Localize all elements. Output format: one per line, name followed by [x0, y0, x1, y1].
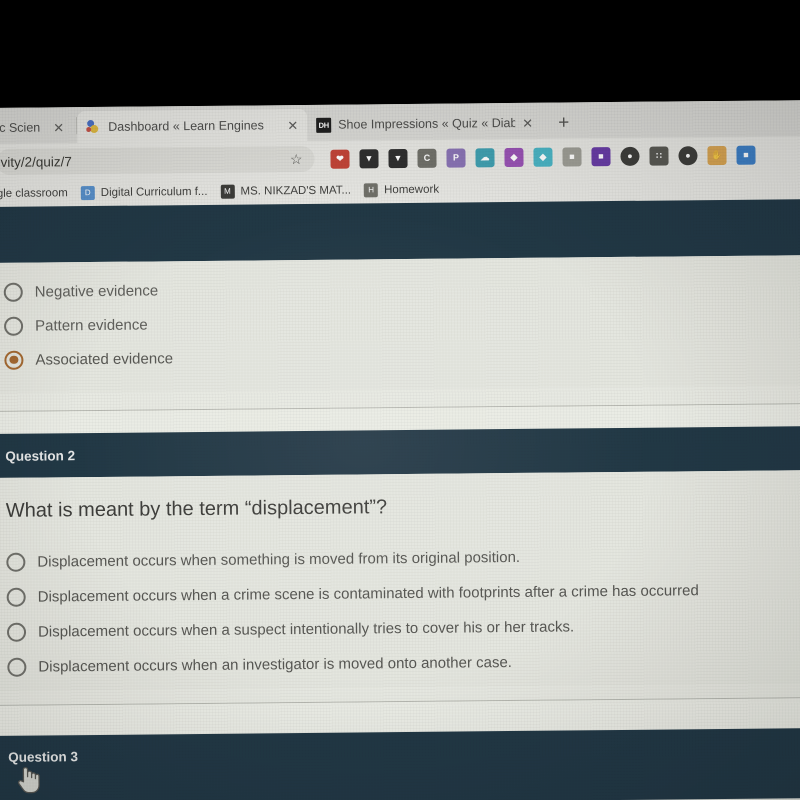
extension-cloud-icon[interactable]: ☁ — [475, 147, 495, 167]
extension-circle-dark-icon[interactable]: ● — [620, 146, 640, 166]
dh-favicon-icon: DH — [316, 117, 332, 133]
question-2-answers: Displacement occurs when something is mo… — [6, 537, 800, 685]
answer-label: Displacement occurs when a crime scene i… — [37, 582, 699, 606]
extension-pin-icon[interactable]: ● — [678, 145, 698, 165]
extension-purple-icon[interactable]: ■ — [591, 146, 611, 166]
doc-icon: H — [364, 182, 379, 197]
extension-diamond-icon[interactable]: ◆ — [533, 147, 553, 167]
tab-title: Dashboard « Learn Engines — [108, 118, 264, 134]
answer-option-selected[interactable]: Associated evidence — [4, 335, 800, 377]
radio-button[interactable] — [3, 282, 23, 302]
bookmark-item[interactable]: M MS. NIKZAD'S MAT... — [220, 183, 355, 199]
extension-red-icon[interactable]: ❤ — [330, 149, 350, 169]
extension-grid-icon[interactable]: ∷ — [649, 145, 669, 166]
browser-tab-0[interactable]: c Scien ✕ — [0, 111, 77, 144]
address-bar[interactable]: vity/2/quiz/7 ☆ — [0, 145, 315, 175]
site-nav-band — [0, 199, 800, 263]
radio-button-selected[interactable] — [4, 350, 24, 370]
bookmark-star-icon[interactable]: ☆ — [290, 151, 303, 168]
tab-close-icon[interactable]: ✕ — [522, 115, 533, 130]
bookmark-label: Homework — [384, 183, 440, 196]
answer-label: Negative evidence — [34, 281, 159, 301]
browser-tab-1[interactable]: Dashboard « Learn Engines ✕ — [77, 108, 308, 144]
bookmark-item[interactable]: gle classroom — [0, 187, 72, 200]
w-icon: M — [220, 184, 235, 199]
question-2-header: Question 2 — [0, 426, 800, 478]
answer-label: Displacement occurs when an investigator… — [38, 654, 513, 676]
quiz-page: Negative evidence Pattern evidence Assoc… — [0, 199, 800, 800]
answer-label: Displacement occurs when something is mo… — [37, 548, 521, 571]
question-2-body: What is meant by the term “displacement”… — [0, 470, 800, 691]
answer-label: Displacement occurs when a suspect inten… — [37, 618, 575, 641]
radio-button[interactable] — [6, 552, 26, 572]
bookmark-label: MS. NIKZAD'S MAT... — [240, 184, 352, 198]
question-1-answers: Negative evidence Pattern evidence Assoc… — [0, 255, 800, 393]
extension-thumb-icon[interactable]: ✋ — [707, 145, 727, 165]
question-3-label: Question 3 — [8, 749, 79, 765]
laptop-screen: c Scien ✕ Dashboard « Learn Engines ✕ DH… — [0, 100, 800, 800]
question-3-header: Question 3 — [0, 728, 800, 800]
bookmark-item[interactable]: D Digital Curriculum f... — [80, 184, 212, 200]
tab-title: Shoe Impressions « Quiz « Diab — [338, 115, 516, 132]
tab-close-icon[interactable]: ✕ — [53, 120, 64, 135]
question-2-label: Question 2 — [5, 447, 76, 464]
photograph-of-screen: c Scien ✕ Dashboard « Learn Engines ✕ DH… — [0, 0, 800, 800]
url-text: vity/2/quiz/7 — [0, 153, 72, 170]
new-tab-button[interactable]: + — [542, 108, 585, 138]
dashboard-favicon-icon — [86, 119, 101, 134]
extension-pdf-icon[interactable]: P — [446, 147, 466, 168]
answer-option[interactable]: Displacement occurs when an investigator… — [7, 642, 800, 685]
digital-curriculum-icon: D — [80, 185, 95, 200]
bookmark-item[interactable]: H Homework — [364, 182, 443, 197]
tab-close-icon[interactable]: ✕ — [287, 118, 298, 133]
browser-tab-2[interactable]: DH Shoe Impressions « Quiz « Diab ✕ — [307, 106, 543, 141]
radio-button[interactable] — [6, 622, 27, 642]
extension-shield-dark-2-icon[interactable]: ▼ — [388, 148, 408, 168]
extensions-strip: ❤ ▼ ▼ C P ☁ ◆ ◆ ■ ■ ● ∷ ● ✋ ■ — [320, 145, 800, 169]
radio-button[interactable] — [7, 657, 27, 677]
question-2-prompt: What is meant by the term “displacement”… — [5, 496, 388, 522]
extension-puzzle-icon[interactable]: ◆ — [504, 147, 524, 167]
extension-shield-dark-icon[interactable]: ▼ — [359, 148, 379, 168]
extension-blue-icon[interactable]: ■ — [736, 145, 756, 165]
extension-grey-c-icon[interactable]: C — [417, 148, 437, 168]
bookmark-label: gle classroom — [0, 186, 68, 200]
extension-box-icon[interactable]: ■ — [562, 146, 582, 167]
tab-title: c Scien — [0, 120, 41, 135]
bookmark-label: Digital Curriculum f... — [100, 185, 208, 199]
radio-button[interactable] — [6, 587, 26, 607]
answer-label: Associated evidence — [35, 349, 174, 369]
radio-button[interactable] — [4, 316, 24, 336]
answer-label: Pattern evidence — [35, 315, 148, 335]
